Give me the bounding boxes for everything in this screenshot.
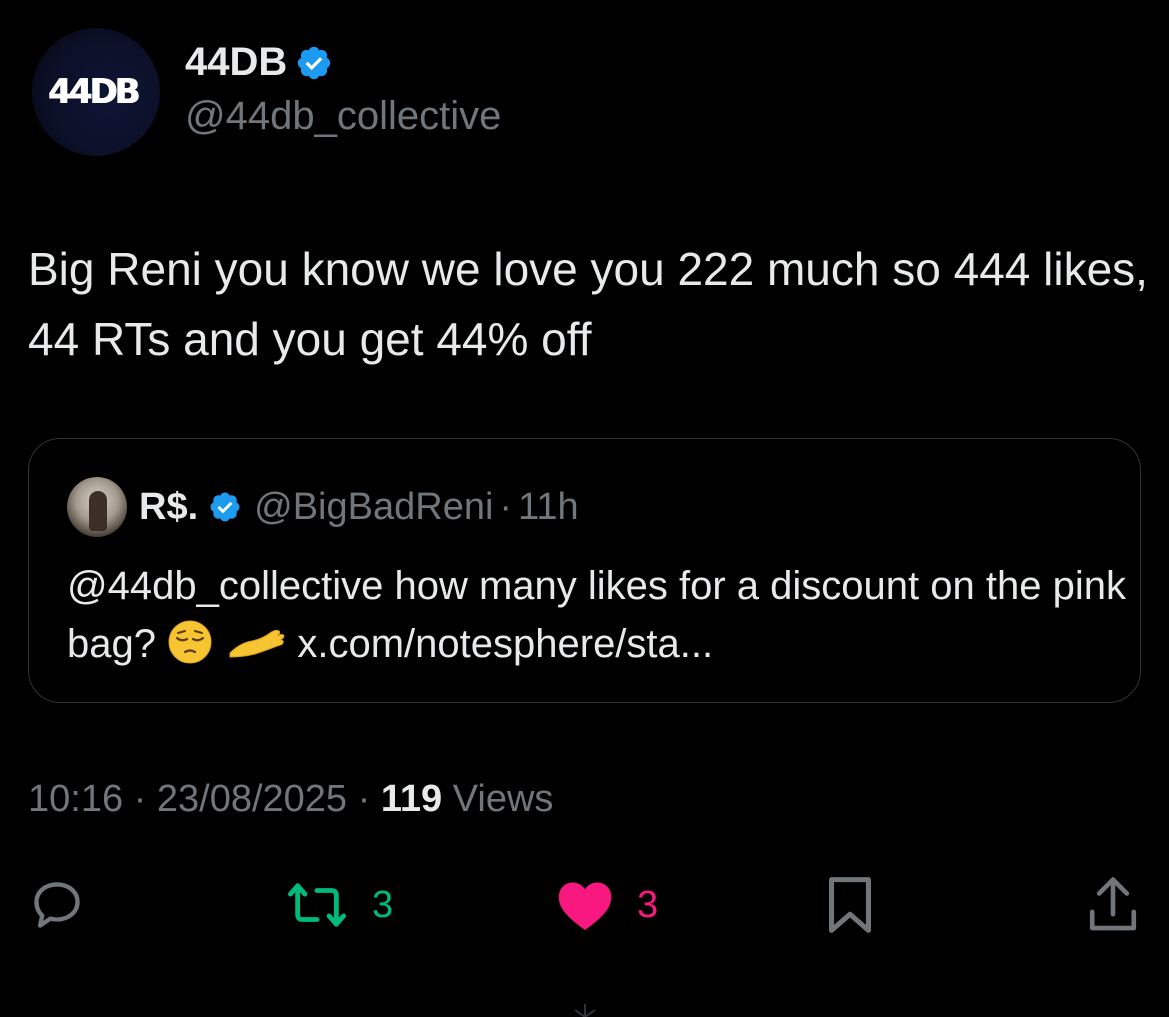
views-label[interactable]: Views	[453, 778, 554, 820]
retweet-button[interactable]: 3	[284, 870, 393, 940]
meta-separator-2: ·	[357, 778, 371, 820]
more-replies-hint-icon	[574, 1004, 596, 1017]
like-button[interactable]: 3	[555, 870, 658, 940]
quoted-author-handle[interactable]: @BigBadReni	[254, 486, 493, 529]
meta-separator: ·	[133, 778, 147, 820]
quoted-author-display-name[interactable]: R$.	[139, 486, 198, 529]
share-icon	[1089, 877, 1137, 931]
bookmark-icon	[829, 877, 871, 933]
tweet-header: 44DB 44DB @44db_collective	[32, 28, 1132, 158]
author-avatar[interactable]: 44DB	[32, 28, 160, 156]
like-count: 3	[637, 883, 659, 926]
quoted-separator: ·	[499, 485, 513, 528]
retweet-count: 3	[372, 883, 394, 926]
reply-icon	[34, 882, 80, 928]
quoted-author-avatar[interactable]	[67, 477, 127, 537]
quoted-tweet-link[interactable]: x.com/notesphere/sta...	[297, 622, 713, 666]
quoted-verified-badge-icon	[210, 492, 240, 522]
author-name-row: 44DB	[185, 40, 333, 85]
reply-button[interactable]	[28, 870, 86, 940]
quoted-tweet-time[interactable]: 11h	[518, 486, 579, 529]
retweet-icon	[287, 883, 346, 927]
quoted-tweet-text: @44db_collective how many likes for a di…	[67, 557, 1127, 673]
tweet-meta: 10:16 · 23/08/2025 · 119 Views	[28, 778, 553, 821]
pensive-face-icon	[168, 620, 212, 664]
author-handle[interactable]: @44db_collective	[185, 94, 501, 139]
bookmark-button[interactable]	[822, 870, 878, 940]
action-bar: 3 3	[0, 870, 1169, 940]
tweet-time[interactable]: 10:16	[28, 778, 123, 820]
quoted-tweet-header: R$. @BigBadReni · 11h	[67, 477, 579, 537]
heart-icon	[558, 882, 612, 930]
verified-badge-icon	[298, 46, 331, 79]
avatar-logo: 44DB	[48, 72, 140, 112]
views-count[interactable]: 119	[381, 778, 442, 820]
tweet-date[interactable]: 23/08/2025	[157, 778, 347, 820]
quoted-tweet-card[interactable]: R$. @BigBadReni · 11h @44db_collective h…	[28, 438, 1141, 703]
tweet-text: Big Reni you know we love you 222 much s…	[28, 243, 1148, 365]
author-display-name[interactable]: 44DB	[185, 40, 287, 85]
share-button[interactable]	[1084, 870, 1142, 940]
palm-up-hand-icon	[229, 629, 285, 658]
